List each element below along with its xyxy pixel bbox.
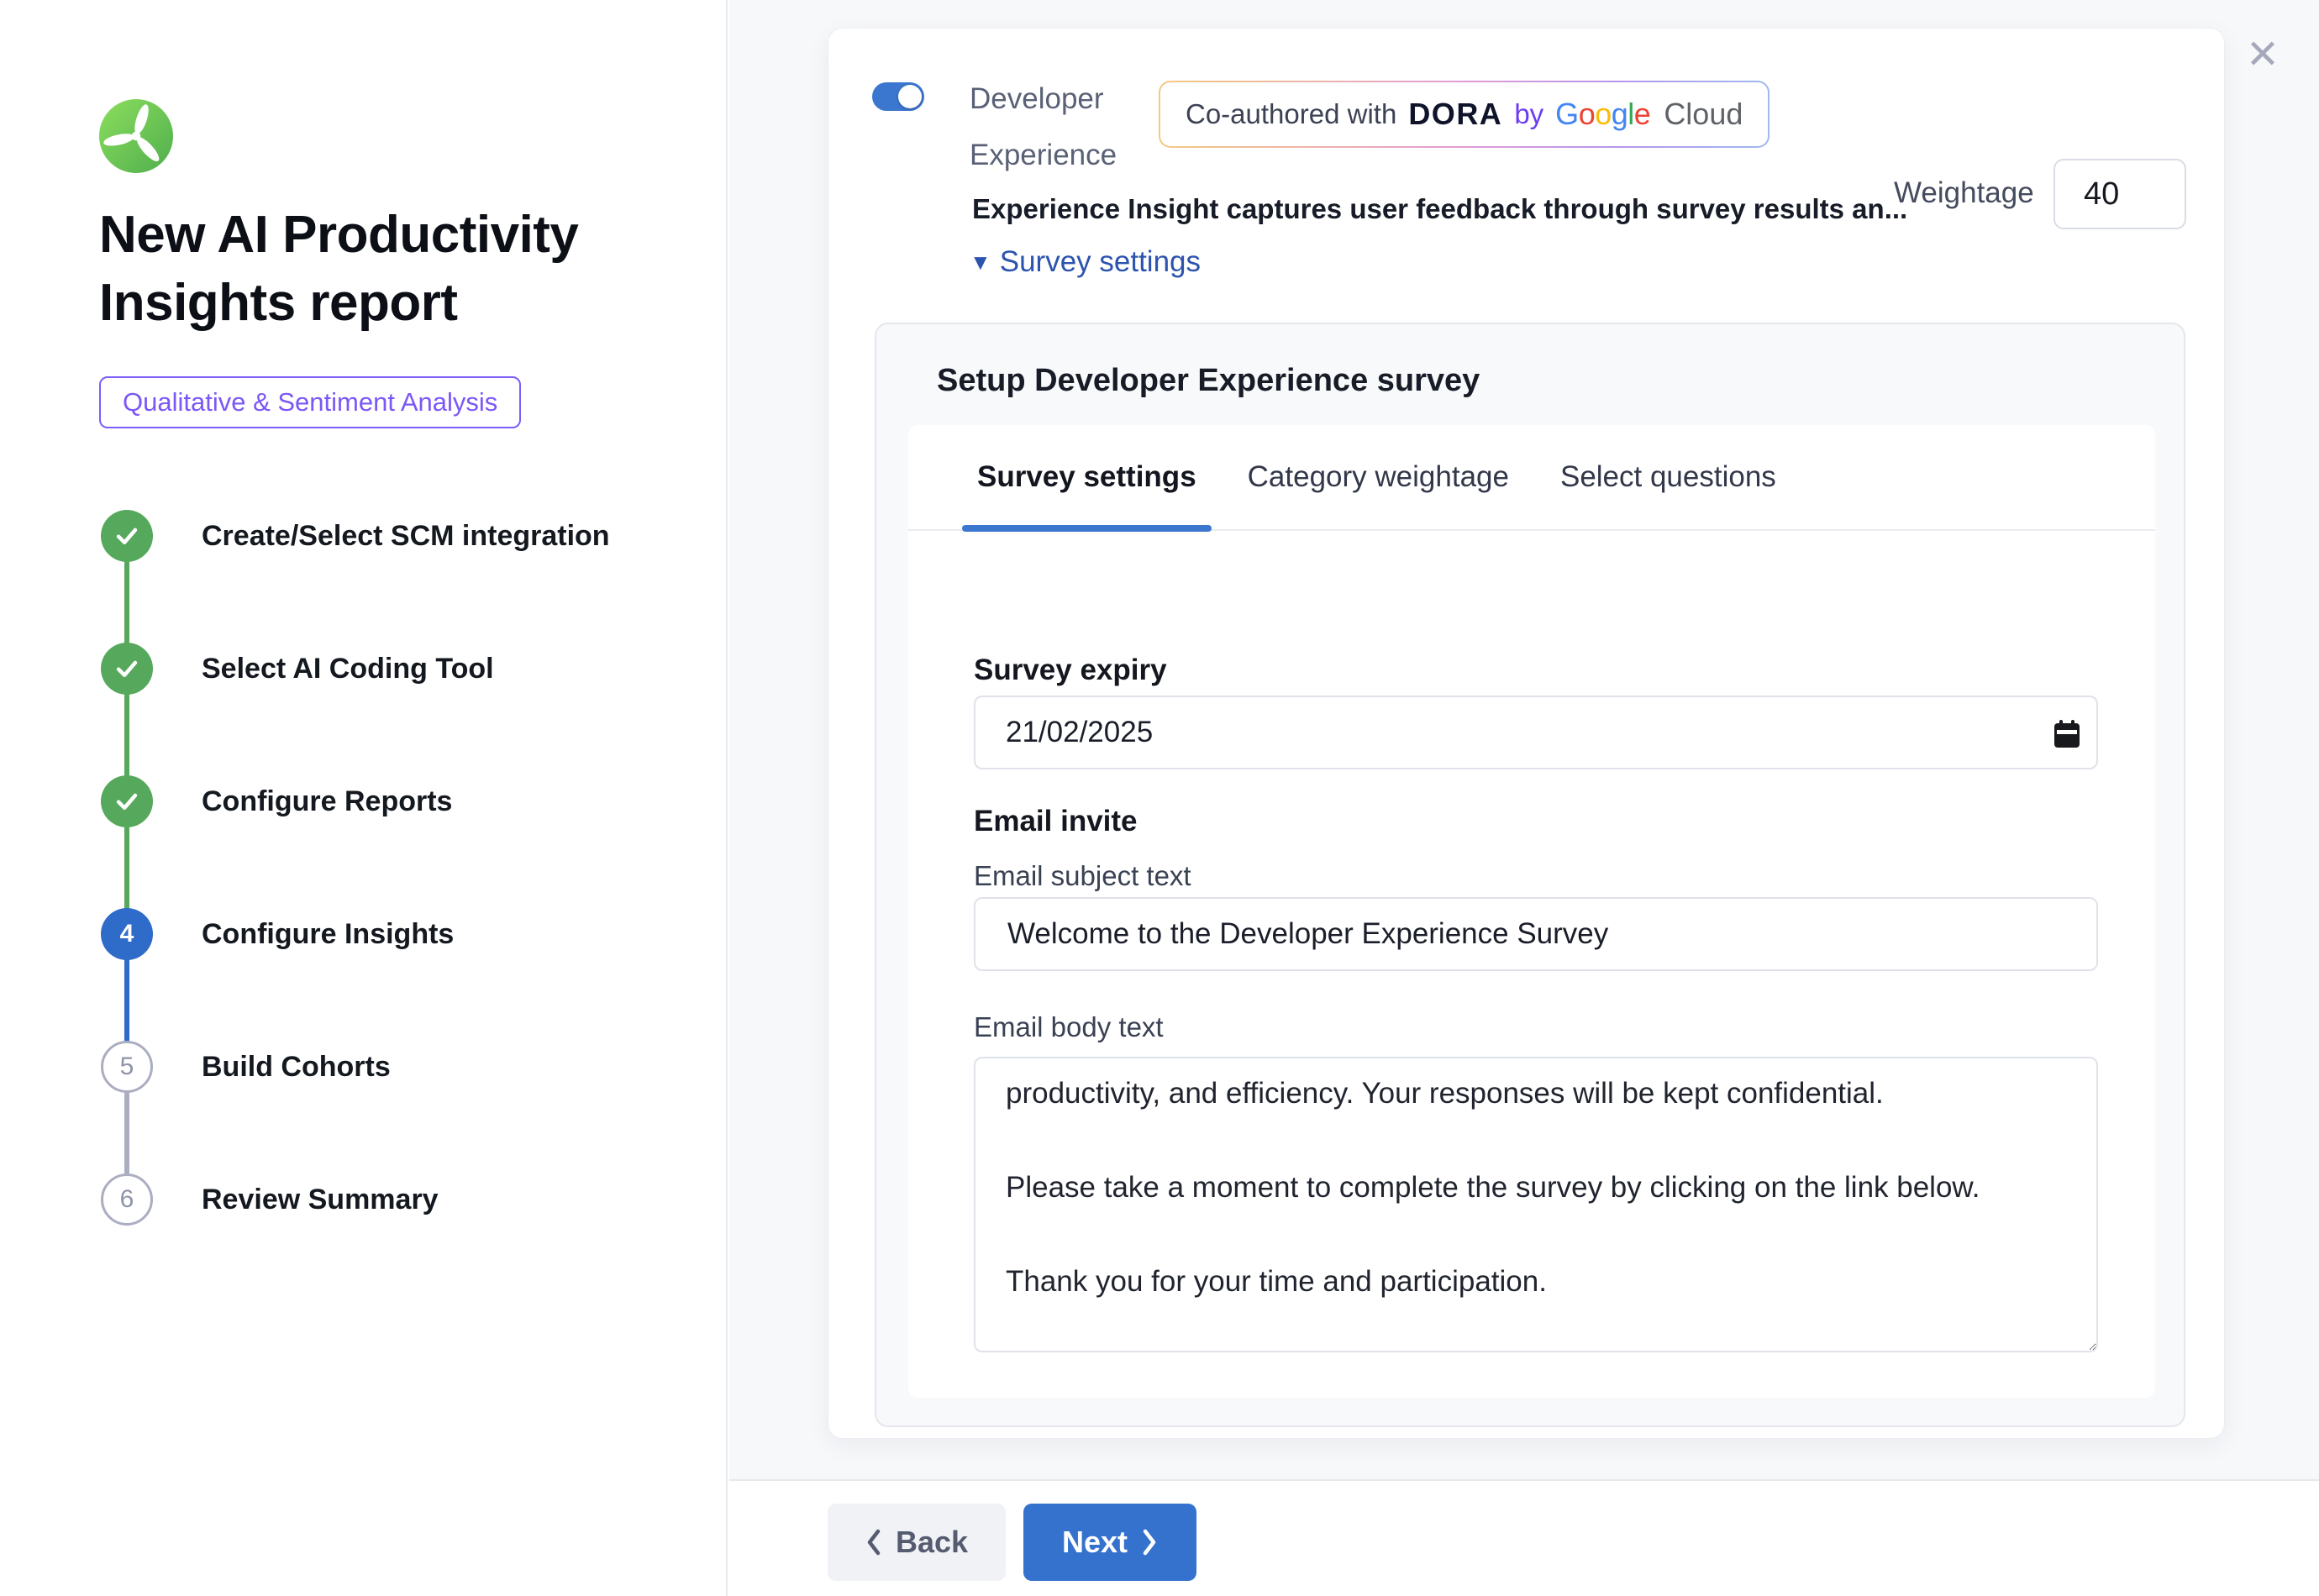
next-label: Next	[1062, 1525, 1128, 1560]
step-connector	[124, 826, 129, 910]
weightage-input[interactable]	[2053, 159, 2186, 229]
developer-experience-toggle[interactable]	[872, 82, 924, 111]
insight-description: Experience Insight captures user feedbac…	[972, 193, 1907, 225]
email-body-textarea[interactable]: productivity, and efficiency. Your respo…	[974, 1057, 2098, 1352]
back-button[interactable]: Back	[828, 1504, 1006, 1581]
email-invite-label: Email invite	[974, 805, 1138, 838]
step-connector	[124, 693, 129, 777]
step-connector	[124, 560, 129, 644]
check-icon	[113, 787, 141, 816]
step-indicator-done	[101, 510, 153, 562]
chevron-left-icon	[865, 1528, 882, 1557]
setup-survey-title: Setup Developer Experience survey	[937, 363, 1480, 399]
chevron-right-icon	[1141, 1528, 1158, 1557]
coauthored-prefix: Co-authored with	[1186, 98, 1396, 130]
step-indicator-done	[101, 775, 153, 827]
back-label: Back	[896, 1525, 968, 1560]
email-subject-input[interactable]	[974, 897, 2098, 971]
google-cloud-label: Cloud	[1664, 97, 1743, 132]
insight-title: Developer Experience	[970, 71, 1180, 183]
sidebar-step-ai-coding-tool[interactable]: Select AI Coding Tool	[202, 643, 494, 695]
step-indicator-active: 4	[101, 908, 153, 960]
next-button[interactable]: Next	[1023, 1504, 1196, 1581]
calendar-icon[interactable]	[2053, 719, 2081, 749]
email-subject-label: Email subject text	[974, 860, 1191, 892]
survey-expiry-input[interactable]	[974, 696, 2098, 769]
toggle-knob	[898, 85, 922, 108]
coauthored-by: by	[1514, 98, 1543, 130]
google-letter: e	[1634, 97, 1651, 131]
main-content-area: ✕ Developer Experience Co-authored with …	[729, 0, 2319, 1479]
sidebar-step-build-cohorts[interactable]: Build Cohorts	[202, 1041, 391, 1093]
tab-select-questions[interactable]: Select questions	[1545, 424, 1791, 530]
survey-settings-expander[interactable]: ▼ Survey settings	[970, 245, 1201, 279]
step-indicator-done	[101, 643, 153, 695]
google-letter: o	[1595, 97, 1612, 131]
step-connector	[124, 1091, 129, 1175]
sidebar-step-configure-insights[interactable]: Configure Insights	[202, 908, 454, 960]
google-logo: Google	[1555, 97, 1650, 132]
google-letter: o	[1579, 97, 1596, 131]
weightage-label: Weightage	[1894, 176, 2034, 210]
survey-expiry-label: Survey expiry	[974, 654, 1167, 687]
check-icon	[113, 654, 141, 683]
tab-category-weightage[interactable]: Category weightage	[1233, 424, 1524, 530]
coauthored-badge: Co-authored with DORA by Google Cloud	[1159, 81, 1769, 148]
close-icon[interactable]: ✕	[2233, 25, 2292, 84]
survey-settings-body: Survey settings Category weightage Selec…	[908, 425, 2155, 1398]
dora-logo: DORA	[1408, 97, 1502, 132]
wizard-footer: Back Next	[729, 1479, 2319, 1596]
tab-survey-settings[interactable]: Survey settings	[962, 424, 1212, 530]
sidebar-step-configure-reports[interactable]: Configure Reports	[202, 775, 452, 827]
google-letter: l	[1628, 97, 1634, 131]
google-letter: g	[1612, 97, 1628, 131]
step-connector	[124, 958, 129, 1042]
triangle-down-icon: ▼	[970, 249, 991, 276]
check-icon	[113, 522, 141, 550]
setup-survey-card: Setup Developer Experience survey Survey…	[875, 323, 2185, 1427]
step-indicator-todo: 5	[101, 1041, 153, 1093]
expander-label: Survey settings	[1000, 245, 1201, 279]
insight-config-panel: Developer Experience Co-authored with DO…	[828, 28, 2225, 1439]
email-body-label: Email body text	[974, 1011, 1164, 1043]
app-logo-propeller-icon	[99, 99, 173, 173]
page-title: New AI Productivity Insights report	[99, 202, 670, 337]
sidebar-step-review-summary[interactable]: Review Summary	[202, 1173, 439, 1226]
survey-tabs: Survey settings Category weightage Selec…	[908, 425, 2155, 531]
report-type-badge: Qualitative & Sentiment Analysis	[99, 376, 521, 428]
wizard-sidebar: New AI Productivity Insights report Qual…	[0, 0, 728, 1596]
google-letter: G	[1555, 97, 1579, 131]
sidebar-step-scm-integration[interactable]: Create/Select SCM integration	[202, 510, 610, 562]
step-indicator-todo: 6	[101, 1173, 153, 1226]
